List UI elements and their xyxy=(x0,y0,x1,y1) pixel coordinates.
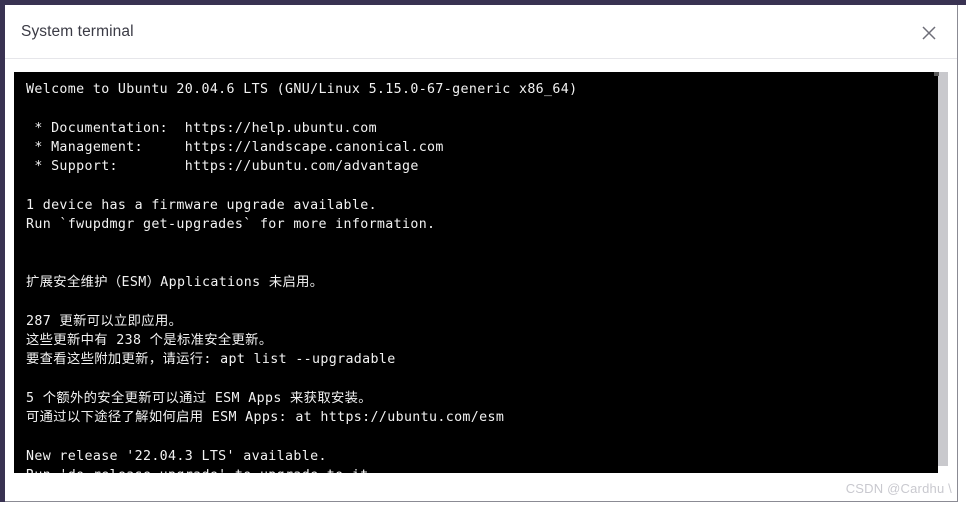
dialog-bottom-border xyxy=(5,501,958,502)
terminal-line: * Support: https://ubuntu.com/advantage xyxy=(26,159,419,175)
page-title: System terminal xyxy=(21,23,134,40)
terminal-line: * Documentation: https://help.ubuntu.com xyxy=(26,120,377,136)
terminal-line: 这些更新中有 238 个是标准安全更新。 xyxy=(26,332,273,348)
terminal-scrollbar-thumb[interactable] xyxy=(938,72,948,466)
terminal-line: 要查看这些附加更新，请运行: apt list --upgradable xyxy=(26,352,396,368)
terminal-output[interactable]: Welcome to Ubuntu 20.04.6 LTS (GNU/Linux… xyxy=(14,72,938,473)
terminal-line: 1 device has a firmware upgrade availabl… xyxy=(26,197,377,213)
terminal-line: Welcome to Ubuntu 20.04.6 LTS (GNU/Linux… xyxy=(26,82,578,97)
close-button[interactable] xyxy=(913,17,945,49)
system-terminal-dialog: System terminal Welcome to Ubuntu 20.04.… xyxy=(0,0,966,506)
dialog-left-border xyxy=(0,0,5,502)
terminal-line: * Management: https://landscape.canonica… xyxy=(26,139,444,155)
terminal-line: 5 个额外的安全更新可以通过 ESM Apps 来获取安装。 xyxy=(26,390,372,406)
dialog-right-border xyxy=(957,5,958,502)
dialog-titlebar: System terminal xyxy=(5,5,957,58)
terminal-scrollbar-cap xyxy=(934,72,939,76)
terminal-line: Run 'do-release-upgrade' to upgrade to i… xyxy=(26,466,938,473)
close-icon xyxy=(920,24,938,42)
terminal-line: New release '22.04.3 LTS' available. xyxy=(26,448,327,464)
terminal-line: 287 更新可以立即应用。 xyxy=(26,313,183,329)
terminal-line: 扩展安全维护（ESM）Applications 未启用。 xyxy=(26,274,324,290)
titlebar-divider xyxy=(5,58,957,59)
terminal-line: 可通过以下途径了解如何启用 ESM Apps: at https://ubunt… xyxy=(26,410,505,426)
terminal-line: Run `fwupdmgr get-upgrades` for more inf… xyxy=(26,217,436,233)
watermark: CSDN @Cardhu \ xyxy=(845,481,952,496)
terminal-panel: Welcome to Ubuntu 20.04.6 LTS (GNU/Linux… xyxy=(14,72,948,473)
